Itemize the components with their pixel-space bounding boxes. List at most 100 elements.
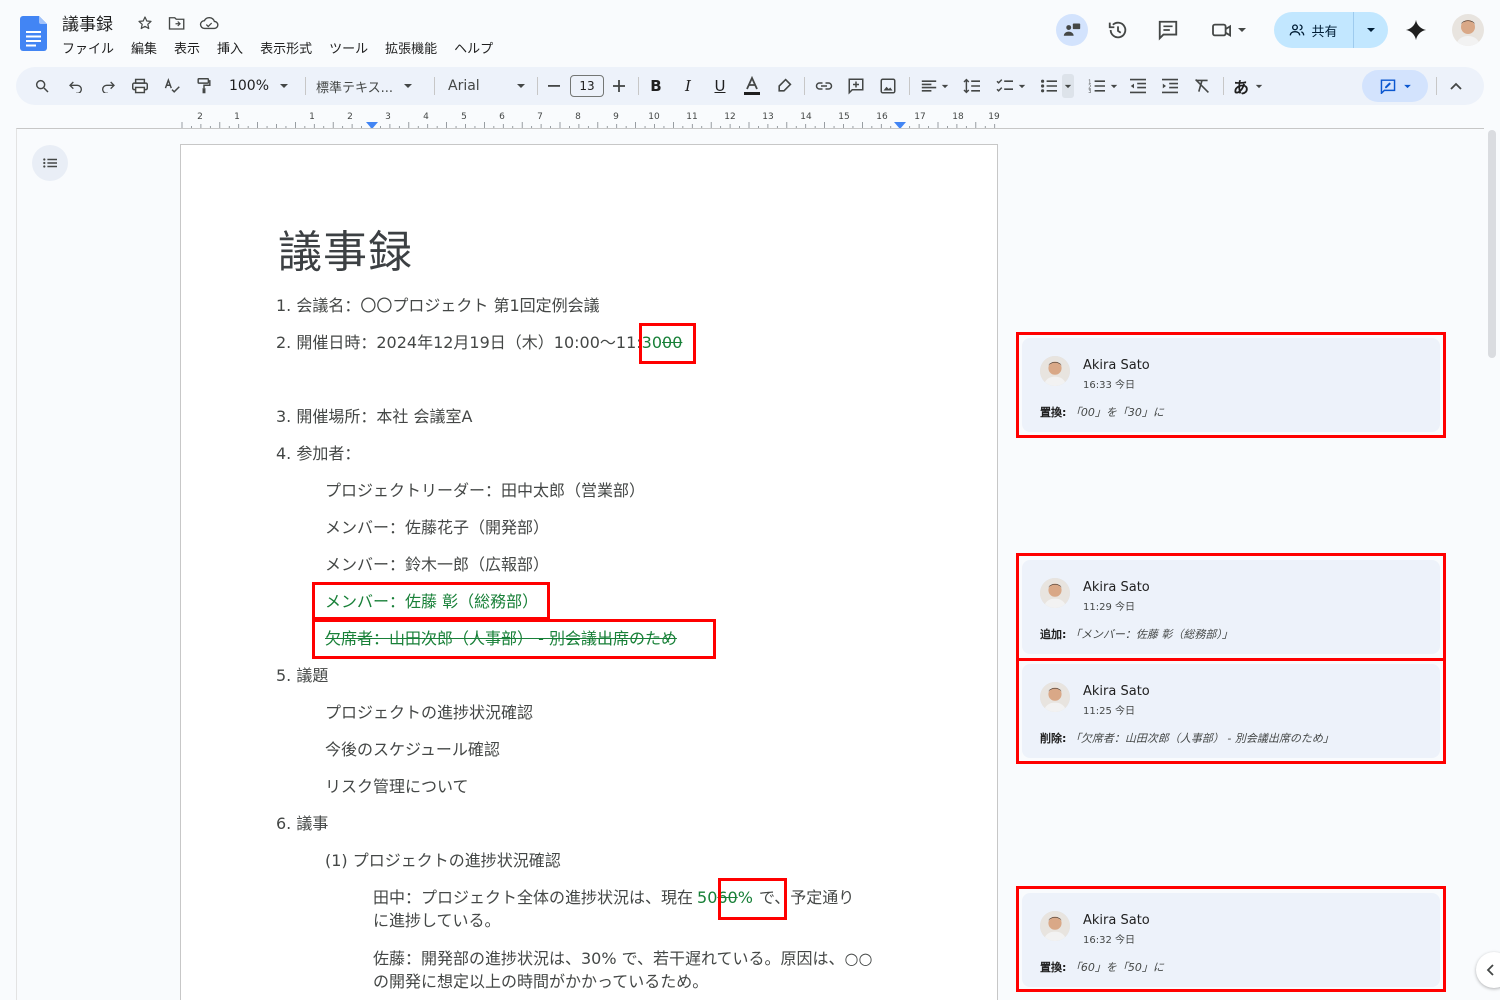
account-avatar[interactable] (1452, 14, 1484, 46)
meet-icon[interactable] (1204, 14, 1254, 46)
document-title[interactable]: 議事録 (62, 10, 113, 35)
numbered-list-icon: 123 (1088, 80, 1105, 94)
zoom-value: 100% (228, 78, 270, 94)
attendee-item: メンバー：佐藤花子（開発部） (325, 518, 550, 537)
item-meeting-date: 2. 開催日時：2024年12月19日（木）10:00〜11:3000 (276, 332, 682, 354)
horizontal-ruler[interactable]: 2 1 1 2 3 4 5 6 7 8 9 10 11 12 13 14 15 16 17 18 19 (180, 110, 1000, 130)
move-folder-icon[interactable] (166, 12, 188, 34)
tanaka-remark-line2: に進捗している。 (373, 911, 501, 930)
star-icon[interactable] (134, 12, 156, 34)
document-outline-icon[interactable] (32, 145, 68, 181)
chevron-down-icon (1110, 84, 1118, 88)
insert-link-icon[interactable] (812, 67, 836, 105)
font-family-select[interactable]: Arial (448, 67, 526, 105)
menu-file[interactable]: ファイル (62, 38, 123, 57)
align-select[interactable] (916, 67, 954, 105)
hide-menus-icon[interactable] (1444, 67, 1468, 105)
date-text: 2. 開催日時：2024年12月19日（木）10:00〜11: (276, 333, 642, 352)
insert-image-icon[interactable] (876, 67, 900, 105)
chevron-down-icon (517, 84, 525, 88)
share-label: 共有 (1311, 24, 1338, 40)
ruler-label: 19 (988, 112, 1000, 122)
increase-indent-icon[interactable] (1158, 67, 1182, 105)
increase-font-size-icon[interactable] (609, 67, 629, 105)
line-spacing-icon[interactable] (960, 67, 984, 105)
print-icon[interactable] (128, 67, 152, 105)
paint-format-icon[interactable] (192, 67, 216, 105)
chevron-down-icon (941, 84, 949, 88)
highlight-box (1016, 886, 1446, 992)
history-icon[interactable] (1102, 14, 1134, 46)
menu-tools[interactable]: ツール (329, 38, 377, 57)
menu-extensions[interactable]: 拡張機能 (385, 38, 446, 57)
vertical-scrollbar[interactable] (1488, 130, 1496, 358)
input-tools-value: あ (1232, 78, 1249, 97)
font-size-input[interactable]: 13 (570, 75, 604, 97)
comments-icon[interactable] (1152, 14, 1184, 46)
sato-remark-line2: の開発に想定以上の時間がかかっているため。 (373, 972, 709, 991)
item-attendees: 4. 参加者： (276, 444, 361, 463)
suggest-edit-icon (1380, 79, 1395, 94)
agenda-item: リスク管理について (325, 777, 469, 796)
item-meeting-name: 1. 会議名：〇〇プロジェクト 第1回定例会議 (276, 296, 600, 315)
formatting-toolbar: 100% 標準テキス... Arial 13 B I U 1 2 3 あ (16, 67, 1484, 105)
redo-icon[interactable] (96, 67, 120, 105)
checklist-select[interactable] (992, 67, 1030, 105)
spellcheck-icon[interactable] (160, 67, 184, 105)
paragraph-style-select[interactable]: 標準テキス... (316, 67, 420, 105)
comment-mode-icon[interactable] (1056, 14, 1088, 46)
ruler-label: 7 (537, 112, 543, 122)
ruler-label: 3 (385, 112, 391, 122)
toolbar-divider (537, 77, 538, 95)
underline-icon[interactable]: U (708, 67, 732, 105)
cloud-saved-icon[interactable] (198, 12, 220, 34)
sato-remark-line1: 佐藤：開発部の進捗状況は、30% で、若干遅れている。原因は、○○ (373, 949, 873, 968)
item-agenda: 5. 議題 (276, 666, 329, 685)
numbered-list-select[interactable]: 123 (1082, 67, 1124, 105)
menu-view[interactable]: 表示 (174, 38, 209, 57)
chevron-down-icon (404, 84, 413, 88)
suggested-insertion[interactable]: 50 (697, 888, 717, 907)
decrease-font-size-icon[interactable] (544, 67, 564, 105)
bold-icon[interactable]: B (644, 67, 668, 105)
toolbar-divider (804, 77, 805, 95)
menu-format[interactable]: 表示形式 (260, 38, 321, 57)
highlight-box (718, 878, 787, 920)
chevron-down-icon (1403, 84, 1411, 88)
bulleted-list-select[interactable] (1036, 67, 1078, 105)
ruler-label: 12 (724, 112, 736, 122)
document-heading: 議事録 (278, 227, 413, 278)
menu-edit[interactable]: 編集 (131, 38, 166, 57)
menu-insert[interactable]: 挿入 (217, 38, 252, 57)
undo-icon[interactable] (64, 67, 88, 105)
search-menus-icon[interactable] (30, 67, 54, 105)
decrease-indent-icon[interactable] (1126, 67, 1150, 105)
add-comment-icon[interactable] (844, 67, 868, 105)
clear-formatting-icon[interactable] (1190, 67, 1214, 105)
suggesting-mode-button[interactable] (1362, 70, 1428, 102)
share-dropdown[interactable] (1354, 27, 1388, 33)
item-proceedings: 6. 議事 (276, 814, 329, 833)
zoom-select[interactable]: 100% (224, 67, 294, 105)
toolbar-divider (1436, 77, 1437, 95)
highlight-color-icon[interactable] (772, 67, 796, 105)
toolbar-divider (909, 77, 910, 95)
proceedings-subheading: (1) プロジェクトの進捗状況確認 (325, 851, 561, 870)
italic-icon[interactable]: I (676, 67, 700, 105)
chevron-down-icon (1367, 28, 1375, 32)
gemini-sparkle-icon[interactable] (1400, 14, 1432, 46)
share-button[interactable]: 共有 (1274, 12, 1388, 48)
toolbar-divider (434, 77, 435, 95)
menu-help[interactable]: ヘルプ (454, 38, 502, 57)
highlight-box (1016, 332, 1446, 438)
ruler-label: 17 (914, 112, 926, 122)
text-color-icon[interactable] (740, 67, 764, 105)
ruler-label: 16 (876, 112, 888, 122)
svg-text:3: 3 (1088, 89, 1091, 94)
bulleted-list-icon (1041, 79, 1057, 93)
input-tools-select[interactable]: あ (1228, 67, 1268, 105)
highlight-box (1016, 658, 1446, 764)
highlight-box (312, 582, 550, 620)
docs-logo-icon[interactable] (20, 16, 47, 51)
chevron-down-icon (1064, 84, 1072, 88)
